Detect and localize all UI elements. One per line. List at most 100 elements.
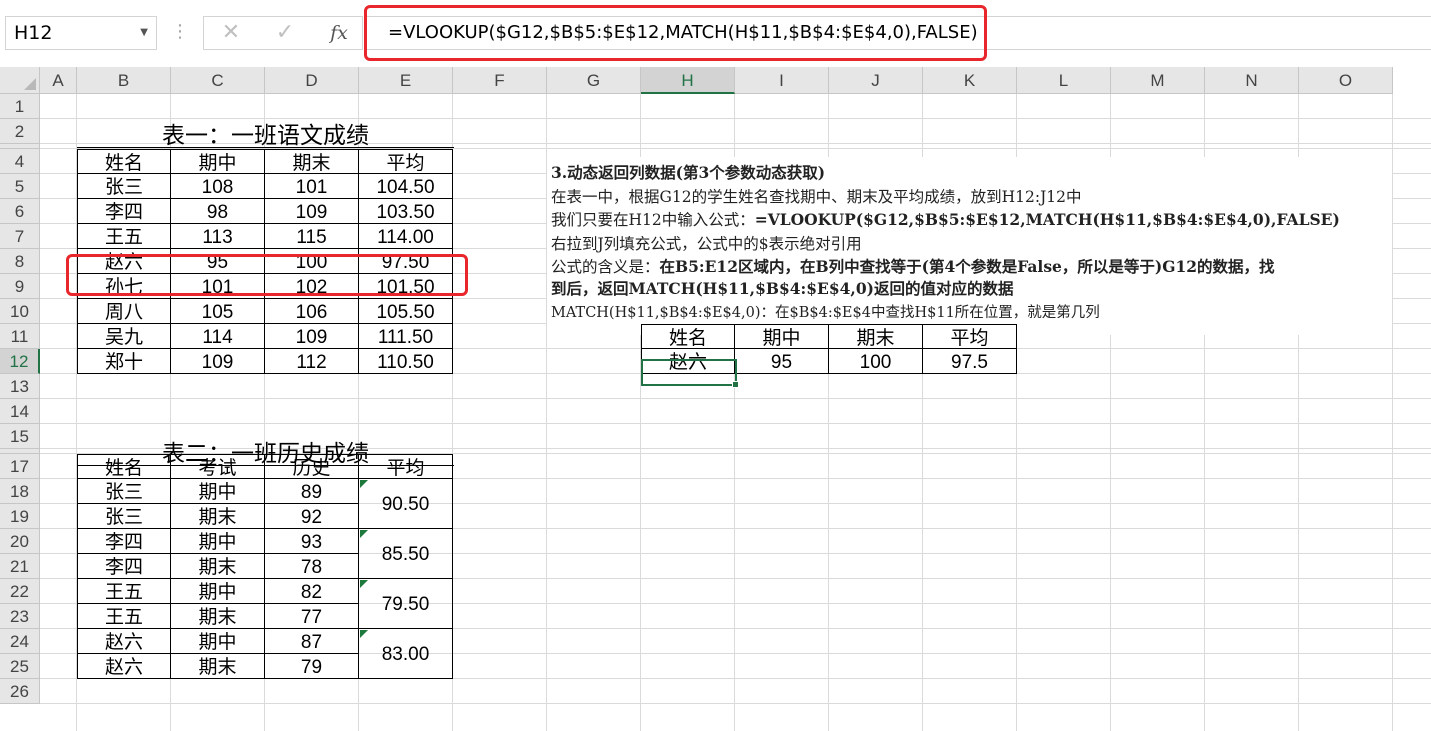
table1-header-cell[interactable]: 期末 — [265, 149, 359, 174]
table2-cell[interactable]: 王五 — [77, 579, 171, 604]
table1-cell[interactable]: 郑十 — [77, 349, 171, 374]
column-header-i[interactable]: I — [735, 67, 829, 94]
chevron-down-icon[interactable]: ▼ — [140, 17, 148, 49]
table2-cell[interactable]: 期末 — [171, 654, 265, 679]
table2-average-cell[interactable]: 79.50 — [359, 579, 453, 629]
table1-header-cell[interactable]: 姓名 — [77, 149, 171, 174]
result-header-cell[interactable]: 期中 — [735, 324, 829, 349]
table2-cell[interactable]: 93 — [265, 529, 359, 554]
row-header-23[interactable]: 23 — [0, 604, 40, 629]
column-header-f[interactable]: F — [453, 67, 547, 94]
table2-cell[interactable]: 79 — [265, 654, 359, 679]
table2-cell[interactable]: 期末 — [171, 504, 265, 529]
table2-cell[interactable]: 王五 — [77, 604, 171, 629]
table2-cell[interactable]: 82 — [265, 579, 359, 604]
table1-header-cell[interactable]: 平均 — [359, 149, 453, 174]
result-value-cell[interactable]: 100 — [829, 349, 923, 374]
column-header-m[interactable]: M — [1111, 67, 1205, 94]
table1-cell[interactable]: 张三 — [77, 174, 171, 199]
table2-average-cell[interactable]: 85.50 — [359, 529, 453, 579]
table2-cell[interactable]: 77 — [265, 604, 359, 629]
table1-cell[interactable]: 115 — [265, 224, 359, 249]
column-header-k[interactable]: K — [923, 67, 1017, 94]
row-header-24[interactable]: 24 — [0, 629, 40, 654]
table2-header-cell[interactable]: 姓名 — [77, 454, 171, 479]
row-header-13[interactable]: 13 — [0, 374, 40, 399]
table2-cell[interactable]: 李四 — [77, 554, 171, 579]
table1-cell[interactable]: 吴九 — [77, 324, 171, 349]
table1-cell[interactable]: 109 — [171, 349, 265, 374]
row-header-20[interactable]: 20 — [0, 529, 40, 554]
row-header-10[interactable]: 10 — [0, 299, 40, 324]
column-header-d[interactable]: D — [265, 67, 359, 94]
table2-cell[interactable]: 89 — [265, 479, 359, 504]
column-header-l[interactable]: L — [1017, 67, 1111, 94]
select-all-button[interactable] — [0, 67, 40, 94]
result-value-cell[interactable]: 95 — [735, 349, 829, 374]
row-header-21[interactable]: 21 — [0, 554, 40, 579]
result-header-cell[interactable]: 期末 — [829, 324, 923, 349]
row-header-25[interactable]: 25 — [0, 654, 40, 679]
table1-cell[interactable]: 113 — [171, 224, 265, 249]
enter-icon[interactable]: ✓ — [270, 17, 300, 49]
row-header-5[interactable]: 5 — [0, 174, 40, 199]
row-header-1[interactable]: 1 — [0, 94, 40, 119]
fill-handle[interactable] — [732, 381, 739, 388]
table2-cell[interactable]: 张三 — [77, 479, 171, 504]
table2-cell[interactable]: 期中 — [171, 529, 265, 554]
column-header-j[interactable]: J — [829, 67, 923, 94]
column-header-h[interactable]: H — [641, 67, 735, 94]
column-header-b[interactable]: B — [77, 67, 171, 94]
row-header-19[interactable]: 19 — [0, 504, 40, 529]
row-header-2[interactable]: 2 — [0, 119, 40, 144]
table2-cell[interactable]: 张三 — [77, 504, 171, 529]
cancel-icon[interactable]: ✕ — [216, 17, 246, 49]
table2-cell[interactable]: 期中 — [171, 579, 265, 604]
table2-cell[interactable]: 赵六 — [77, 654, 171, 679]
table1-cell[interactable]: 105.50 — [359, 299, 453, 324]
table1-cell[interactable]: 101 — [265, 174, 359, 199]
column-header-g[interactable]: G — [547, 67, 641, 94]
table2-header-cell[interactable]: 考试 — [171, 454, 265, 479]
table1-cell[interactable]: 104.50 — [359, 174, 453, 199]
table1-header-cell[interactable]: 期中 — [171, 149, 265, 174]
table2-cell[interactable]: 78 — [265, 554, 359, 579]
table2-cell[interactable]: 赵六 — [77, 629, 171, 654]
column-header-o[interactable]: O — [1299, 67, 1393, 94]
insert-function-icon[interactable]: fx — [324, 17, 354, 49]
table2-cell[interactable]: 期末 — [171, 554, 265, 579]
row-header-7[interactable]: 7 — [0, 224, 40, 249]
table1-cell[interactable]: 112 — [265, 349, 359, 374]
column-header-n[interactable]: N — [1205, 67, 1299, 94]
table1-cell[interactable]: 109 — [265, 199, 359, 224]
row-header-6[interactable]: 6 — [0, 199, 40, 224]
table1-cell[interactable]: 114.00 — [359, 224, 453, 249]
table1-cell[interactable]: 106 — [265, 299, 359, 324]
table2-average-cell[interactable]: 90.50 — [359, 479, 453, 529]
table1-cell[interactable]: 98 — [171, 199, 265, 224]
table2-cell[interactable]: 87 — [265, 629, 359, 654]
table2-cell[interactable]: 期末 — [171, 604, 265, 629]
row-header-17[interactable]: 17 — [0, 454, 40, 479]
table1-cell[interactable]: 王五 — [77, 224, 171, 249]
result-header-cell[interactable]: 姓名 — [641, 324, 735, 349]
row-header-22[interactable]: 22 — [0, 579, 40, 604]
column-header-a[interactable]: A — [40, 67, 77, 94]
table2-cell[interactable]: 92 — [265, 504, 359, 529]
row-header-26[interactable]: 26 — [0, 679, 40, 704]
table1-cell[interactable]: 110.50 — [359, 349, 453, 374]
table1-cell[interactable]: 108 — [171, 174, 265, 199]
table2-cell[interactable]: 期中 — [171, 629, 265, 654]
table2-cell[interactable]: 期中 — [171, 479, 265, 504]
row-header-4[interactable]: 4 — [0, 149, 40, 174]
row-header-12[interactable]: 12 — [0, 349, 40, 374]
table1-cell[interactable]: 105 — [171, 299, 265, 324]
result-value-cell[interactable]: 97.5 — [923, 349, 1017, 374]
more-options-icon[interactable]: ⋮ — [170, 16, 190, 50]
row-header-9[interactable]: 9 — [0, 274, 40, 299]
column-header-c[interactable]: C — [171, 67, 265, 94]
table1-cell[interactable]: 109 — [265, 324, 359, 349]
table2-header-cell[interactable]: 平均 — [359, 454, 453, 479]
row-header-15[interactable]: 15 — [0, 424, 40, 449]
table1-cell[interactable]: 103.50 — [359, 199, 453, 224]
